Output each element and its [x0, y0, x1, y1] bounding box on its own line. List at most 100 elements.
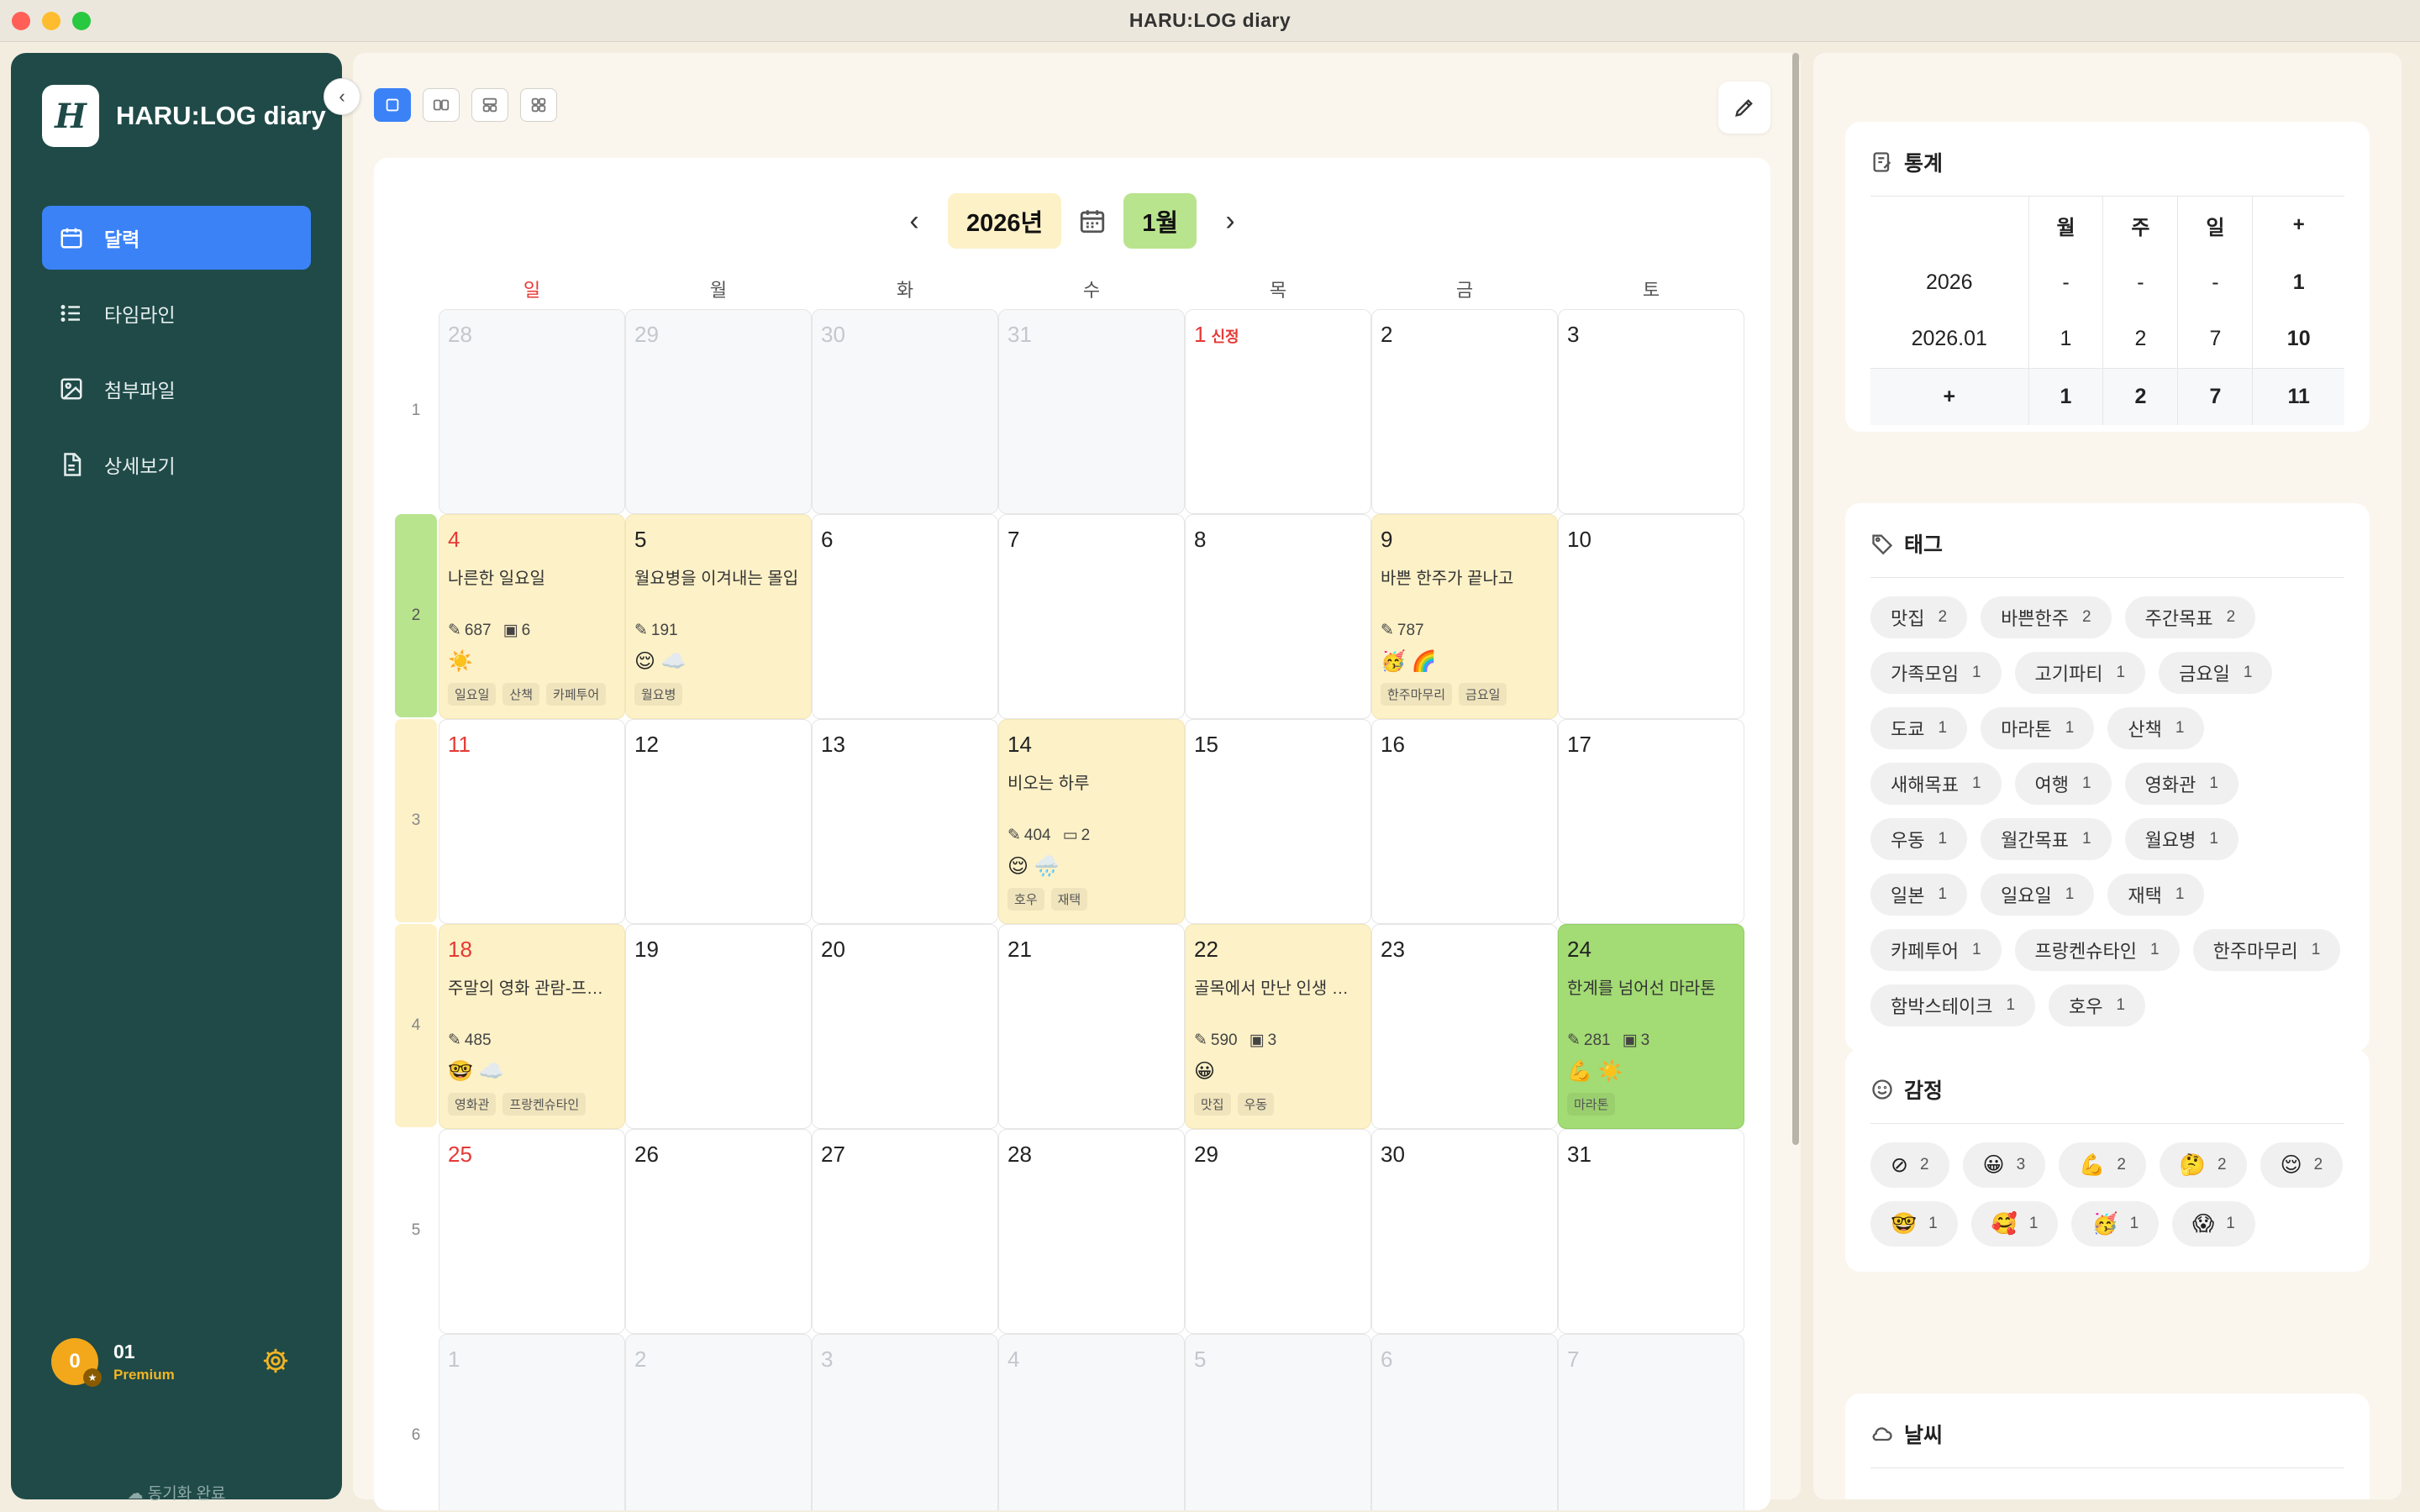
- entry-tag[interactable]: 산책: [502, 683, 540, 706]
- brand[interactable]: H HARU:LOG diary: [42, 85, 326, 147]
- day-cell[interactable]: 13: [812, 719, 998, 924]
- day-cell[interactable]: 20: [812, 924, 998, 1129]
- emotion-chip[interactable]: 🥳 1: [2071, 1201, 2160, 1247]
- tag-chip[interactable]: 주간목표 2: [2124, 596, 2256, 638]
- tag-chip[interactable]: 일본 1: [1870, 874, 1968, 916]
- day-cell[interactable]: 30: [1371, 1129, 1558, 1334]
- day-cell[interactable]: 6: [1371, 1334, 1558, 1510]
- emotion-chip[interactable]: 🤓 1: [1870, 1201, 1958, 1247]
- day-cell[interactable]: 16: [1371, 719, 1558, 924]
- day-cell-entry[interactable]: 5 월요병을 이겨내는 몰입 ✎ 191 😌 ☁️ 월요병: [625, 514, 812, 719]
- entry-tag[interactable]: 재택: [1050, 888, 1088, 911]
- calendar-scrollbar[interactable]: [1792, 53, 1799, 1145]
- day-cell[interactable]: 7: [998, 514, 1185, 719]
- day-cell[interactable]: 28: [998, 1129, 1185, 1334]
- entry-tag[interactable]: 호우: [1007, 888, 1044, 911]
- emotion-chip[interactable]: 🤔 2: [2159, 1142, 2247, 1188]
- entry-tag[interactable]: 우동: [1237, 1093, 1275, 1116]
- grid-view-button[interactable]: [520, 88, 557, 122]
- sidebar-item-3[interactable]: 상세보기: [42, 433, 311, 496]
- entry-tag[interactable]: 월요병: [634, 683, 683, 706]
- day-cell[interactable]: 19: [625, 924, 812, 1129]
- day-cell[interactable]: 27: [812, 1129, 998, 1334]
- user-profile[interactable]: 0 ★ 01 Premium: [51, 1338, 175, 1387]
- tag-chip[interactable]: 월간목표 1: [1981, 818, 2112, 860]
- tag-chip[interactable]: 마라톤 1: [1981, 707, 2095, 749]
- calendar-picker-icon[interactable]: [1078, 207, 1107, 235]
- gear-icon[interactable]: [261, 1347, 290, 1375]
- tag-chip[interactable]: 프랑켄슈타인 1: [2014, 929, 2180, 971]
- emotion-chip[interactable]: 😀 3: [1962, 1142, 2046, 1188]
- sidebar-item-1[interactable]: 타임라인: [42, 281, 311, 345]
- day-cell[interactable]: 29: [625, 309, 812, 514]
- tag-chip[interactable]: 함박스테이크 1: [1870, 984, 2036, 1026]
- close-window-button[interactable]: [12, 12, 30, 30]
- emotion-chip[interactable]: 🥰 1: [1970, 1201, 2059, 1247]
- week-number[interactable]: 3: [395, 719, 437, 922]
- entry-tag[interactable]: 마라톤: [1567, 1093, 1616, 1116]
- day-cell[interactable]: 23: [1371, 924, 1558, 1129]
- tag-chip[interactable]: 고기파티 1: [2014, 652, 2146, 694]
- tag-chip[interactable]: 금요일 1: [2159, 652, 2273, 694]
- day-cell-entry[interactable]: 24 한계를 넘어선 마라톤 ✎ 281 ▣ 3 💪 ☀️ 마라톤: [1558, 924, 1744, 1129]
- stack-view-button[interactable]: [471, 88, 508, 122]
- entry-tag[interactable]: 영화관: [448, 1093, 497, 1116]
- tag-chip[interactable]: 한주마무리 1: [2192, 929, 2341, 971]
- day-cell[interactable]: 31: [998, 309, 1185, 514]
- year-selector[interactable]: 2026년: [947, 193, 1062, 249]
- day-cell[interactable]: 8: [1185, 514, 1371, 719]
- tag-chip[interactable]: 여행 1: [2014, 763, 2112, 805]
- tag-chip[interactable]: 가족모임 1: [1870, 652, 2002, 694]
- day-cell[interactable]: 25: [439, 1129, 625, 1334]
- day-cell[interactable]: 4: [998, 1334, 1185, 1510]
- single-view-button[interactable]: [374, 88, 411, 122]
- emotion-chip[interactable]: 😱 1: [2172, 1201, 2255, 1247]
- tag-chip[interactable]: 일요일 1: [1981, 874, 2095, 916]
- day-cell[interactable]: 6: [812, 514, 998, 719]
- week-number[interactable]: 2: [395, 514, 437, 717]
- day-cell[interactable]: 28: [439, 309, 625, 514]
- tag-chip[interactable]: 우동 1: [1870, 818, 1968, 860]
- day-cell[interactable]: 7: [1558, 1334, 1744, 1510]
- month-selector[interactable]: 1월: [1123, 193, 1197, 249]
- day-cell[interactable]: 31: [1558, 1129, 1744, 1334]
- day-cell[interactable]: 15: [1185, 719, 1371, 924]
- week-number[interactable]: 5: [395, 1129, 437, 1332]
- split-view-button[interactable]: [423, 88, 460, 122]
- tag-chip[interactable]: 월요병 1: [2124, 818, 2238, 860]
- next-month-button[interactable]: ›: [1213, 204, 1247, 238]
- day-cell[interactable]: 17: [1558, 719, 1744, 924]
- tag-chip[interactable]: 도쿄 1: [1870, 707, 1968, 749]
- week-number[interactable]: 4: [395, 924, 437, 1127]
- sidebar-item-2[interactable]: 첨부파일: [42, 357, 311, 421]
- maximize-window-button[interactable]: [72, 12, 91, 30]
- day-cell[interactable]: 21: [998, 924, 1185, 1129]
- day-cell[interactable]: 1: [439, 1334, 625, 1510]
- day-cell[interactable]: 5: [1185, 1334, 1371, 1510]
- write-entry-button[interactable]: [1718, 81, 1770, 134]
- minimize-window-button[interactable]: [42, 12, 60, 30]
- sidebar-item-0[interactable]: 달력: [42, 206, 311, 270]
- entry-tag[interactable]: 한주마무리: [1381, 683, 1453, 706]
- entry-tag[interactable]: 카페투어: [546, 683, 607, 706]
- day-cell-entry[interactable]: 9 바쁜 한주가 끝나고 ✎ 787 🥳 🌈 한주마무리 금요일: [1371, 514, 1558, 719]
- day-cell-entry[interactable]: 14 비오는 하루 ✎ 404 ▭ 2 😌 🌧️ 호우 재택: [998, 719, 1185, 924]
- day-cell-entry[interactable]: 18 주말의 영화 관람-프랑... ✎ 485 🤓 ☁️ 영화관 프랑켄슈타인: [439, 924, 625, 1129]
- tag-chip[interactable]: 호우 1: [2049, 984, 2146, 1026]
- emotion-chip[interactable]: 💪 2: [2059, 1142, 2146, 1188]
- day-cell[interactable]: 3: [1558, 309, 1744, 514]
- tag-chip[interactable]: 영화관 1: [2124, 763, 2238, 805]
- entry-tag[interactable]: 프랑켄슈타인: [502, 1093, 587, 1116]
- day-cell[interactable]: 3: [812, 1334, 998, 1510]
- emotion-chip[interactable]: 😌 2: [2260, 1142, 2344, 1188]
- entry-tag[interactable]: 금요일: [1459, 683, 1507, 706]
- tag-chip[interactable]: 카페투어 1: [1870, 929, 2002, 971]
- collapse-sidebar-button[interactable]: ‹: [324, 78, 360, 115]
- tag-chip[interactable]: 재택 1: [2107, 874, 2205, 916]
- day-cell[interactable]: 2: [1371, 309, 1558, 514]
- tag-chip[interactable]: 새해목표 1: [1870, 763, 2002, 805]
- tag-chip[interactable]: 맛집 2: [1870, 596, 1968, 638]
- day-cell-entry[interactable]: 22 골목에서 만난 인생 우동 ✎ 590 ▣ 3 😀 맛집 우동: [1185, 924, 1371, 1129]
- week-number[interactable]: 1: [395, 309, 437, 512]
- entry-tag[interactable]: 맛집: [1194, 1093, 1231, 1116]
